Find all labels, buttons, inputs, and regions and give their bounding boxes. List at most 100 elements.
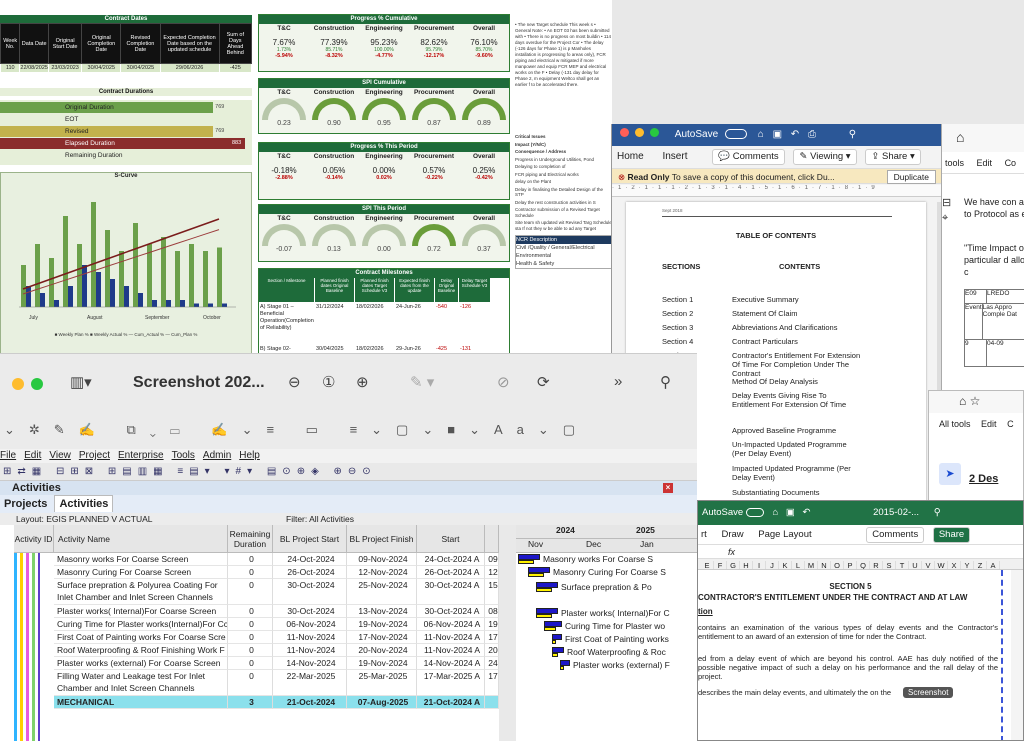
column-header[interactable]: Y: [961, 561, 974, 569]
save-icon[interactable]: ▣: [786, 507, 795, 518]
col-activity-id[interactable]: Activity ID: [14, 525, 54, 553]
gantt-bar-baseline[interactable]: [528, 573, 544, 577]
menu-tools[interactable]: tools: [945, 158, 964, 168]
more-icon[interactable]: »: [614, 373, 622, 390]
col-bl-start[interactable]: BL Project Start: [273, 525, 347, 553]
filter-label[interactable]: Filter: All Activities: [286, 513, 354, 525]
col-activity-name[interactable]: Activity Name: [54, 525, 228, 553]
column-header[interactable]: N: [818, 561, 831, 569]
menu-all-tools[interactable]: All tools: [939, 419, 971, 429]
column-header[interactable]: H: [740, 561, 753, 569]
comments-button[interactable]: 💬 Comments: [712, 149, 785, 165]
gantt-bar-baseline[interactable]: [552, 653, 558, 657]
save-icon[interactable]: ▣: [773, 129, 782, 140]
tab-page-layout[interactable]: Page Layout: [758, 529, 811, 540]
zoom-icon[interactable]: [31, 378, 43, 390]
crop-icon[interactable]: ⌖: [942, 211, 962, 226]
gantt-bar-baseline[interactable]: [552, 640, 556, 644]
column-header[interactable]: P: [844, 561, 857, 569]
menu-co[interactable]: Co: [1005, 158, 1017, 168]
cursor-tool-icon[interactable]: ➤: [939, 463, 961, 485]
menu-edit[interactable]: Edit: [977, 158, 993, 168]
close-icon[interactable]: ×: [663, 483, 673, 493]
column-header[interactable]: U: [909, 561, 922, 569]
rotate-icon[interactable]: ⟳: [537, 373, 550, 391]
print-icon[interactable]: ⎙: [808, 129, 816, 140]
col-remaining-duration[interactable]: Remaining Duration: [228, 525, 273, 553]
menu-file[interactable]: File: [0, 450, 16, 461]
autosave-toggle[interactable]: [745, 507, 764, 517]
column-header[interactable]: J: [766, 561, 779, 569]
zoom-out-icon[interactable]: ⊖: [288, 373, 301, 391]
tab-insert[interactable]: Insert: [662, 151, 687, 162]
column-header[interactable]: F: [714, 561, 727, 569]
search-icon[interactable]: ⚲: [934, 507, 941, 518]
actual-size-icon[interactable]: ①: [322, 373, 335, 391]
redact-icon[interactable]: ⊘: [497, 373, 510, 391]
column-header[interactable]: L: [792, 561, 805, 569]
p6-toolbar[interactable]: ⊞⇄▦ ⊟⊞⊠ ⊞▤▥▦ ≡▤▾ ▾#▾ ▤⊙⊕◈ ⊕⊖⊙: [0, 463, 697, 481]
excel-scrollbar[interactable]: [1011, 570, 1023, 740]
close-icon[interactable]: [620, 128, 629, 137]
tab-home[interactable]: Home: [617, 151, 644, 162]
menu-admin[interactable]: Admin: [203, 450, 231, 461]
gantt-bar-baseline[interactable]: [544, 627, 556, 631]
column-header[interactable]: X: [948, 561, 961, 569]
duplicate-button[interactable]: Duplicate: [886, 170, 936, 184]
comments-button[interactable]: Comments: [866, 527, 925, 543]
column-header[interactable]: E: [701, 561, 714, 569]
home-icon[interactable]: ⌂: [758, 129, 764, 140]
home-icon[interactable]: ⌂: [772, 507, 778, 518]
menu-help[interactable]: Help: [239, 450, 260, 461]
layout-label[interactable]: Layout: EGIS PLANNED V ACTUAL: [16, 514, 153, 524]
column-header[interactable]: O: [831, 561, 844, 569]
viewing-button[interactable]: ✎ Viewing ▾: [793, 149, 857, 165]
menu-enterprise[interactable]: Enterprise: [118, 450, 164, 461]
minimize-icon[interactable]: [634, 128, 644, 137]
menu-c[interactable]: C: [1007, 419, 1014, 429]
search-icon[interactable]: ⚲: [660, 373, 671, 391]
menu-tools[interactable]: Tools: [172, 450, 195, 461]
col-bl-finish[interactable]: BL Project Finish: [347, 525, 417, 553]
share-button[interactable]: Share: [932, 527, 971, 543]
markup-toolbar[interactable]: ⌄✲✎✍ ⧉⌄▭ ✍⌄≡ ▭ ≡⌄▢⌄■⌄Aa⌄▢: [0, 414, 697, 449]
gantt-bar-baseline[interactable]: [518, 560, 534, 564]
column-header[interactable]: K: [779, 561, 792, 569]
column-header[interactable]: G: [727, 561, 740, 569]
zoom-in-icon[interactable]: ⊕: [356, 373, 369, 391]
tab-projects[interactable]: Projects: [0, 496, 51, 512]
column-header[interactable]: Q: [857, 561, 870, 569]
menu-edit[interactable]: Edit: [981, 419, 997, 429]
menu-edit[interactable]: Edit: [24, 450, 41, 461]
minimize-icon[interactable]: [12, 378, 24, 390]
star-icon[interactable]: ☆: [970, 394, 981, 408]
formula-bar[interactable]: fx: [698, 545, 1023, 559]
home-icon[interactable]: ⌂: [956, 129, 964, 145]
column-header[interactable]: Z: [974, 561, 987, 569]
zoom-icon[interactable]: [649, 128, 659, 137]
col-start[interactable]: Start: [417, 525, 485, 553]
comment-icon[interactable]: ⊟: [942, 196, 962, 211]
home-icon[interactable]: ⌂: [959, 394, 966, 408]
share-button[interactable]: ⇪ Share ▾: [865, 149, 921, 165]
markup-icon[interactable]: ✎ ▾: [410, 373, 434, 391]
gantt-bar-baseline[interactable]: [536, 614, 552, 618]
sidebar-icon[interactable]: ▥▾: [70, 373, 92, 391]
undo-icon[interactable]: ↶: [791, 129, 799, 140]
gantt-bar-baseline[interactable]: [560, 666, 564, 670]
column-header[interactable]: A: [987, 561, 1000, 569]
column-header[interactable]: V: [922, 561, 935, 569]
column-header[interactable]: R: [870, 561, 883, 569]
menu-view[interactable]: View: [49, 450, 71, 461]
tab-insert[interactable]: rt: [701, 529, 707, 540]
column-header[interactable]: T: [896, 561, 909, 569]
tab-draw[interactable]: Draw: [721, 529, 743, 540]
gantt-bar-baseline[interactable]: [536, 588, 552, 592]
column-header[interactable]: I: [753, 561, 766, 569]
col-extra[interactable]: [485, 525, 499, 553]
tab-activities[interactable]: Activities: [54, 495, 114, 512]
column-header[interactable]: W: [935, 561, 948, 569]
undo-icon[interactable]: ↶: [803, 507, 811, 518]
search-icon[interactable]: ⚲: [849, 129, 856, 140]
readonly-close-icon[interactable]: ⊗: [618, 172, 625, 182]
